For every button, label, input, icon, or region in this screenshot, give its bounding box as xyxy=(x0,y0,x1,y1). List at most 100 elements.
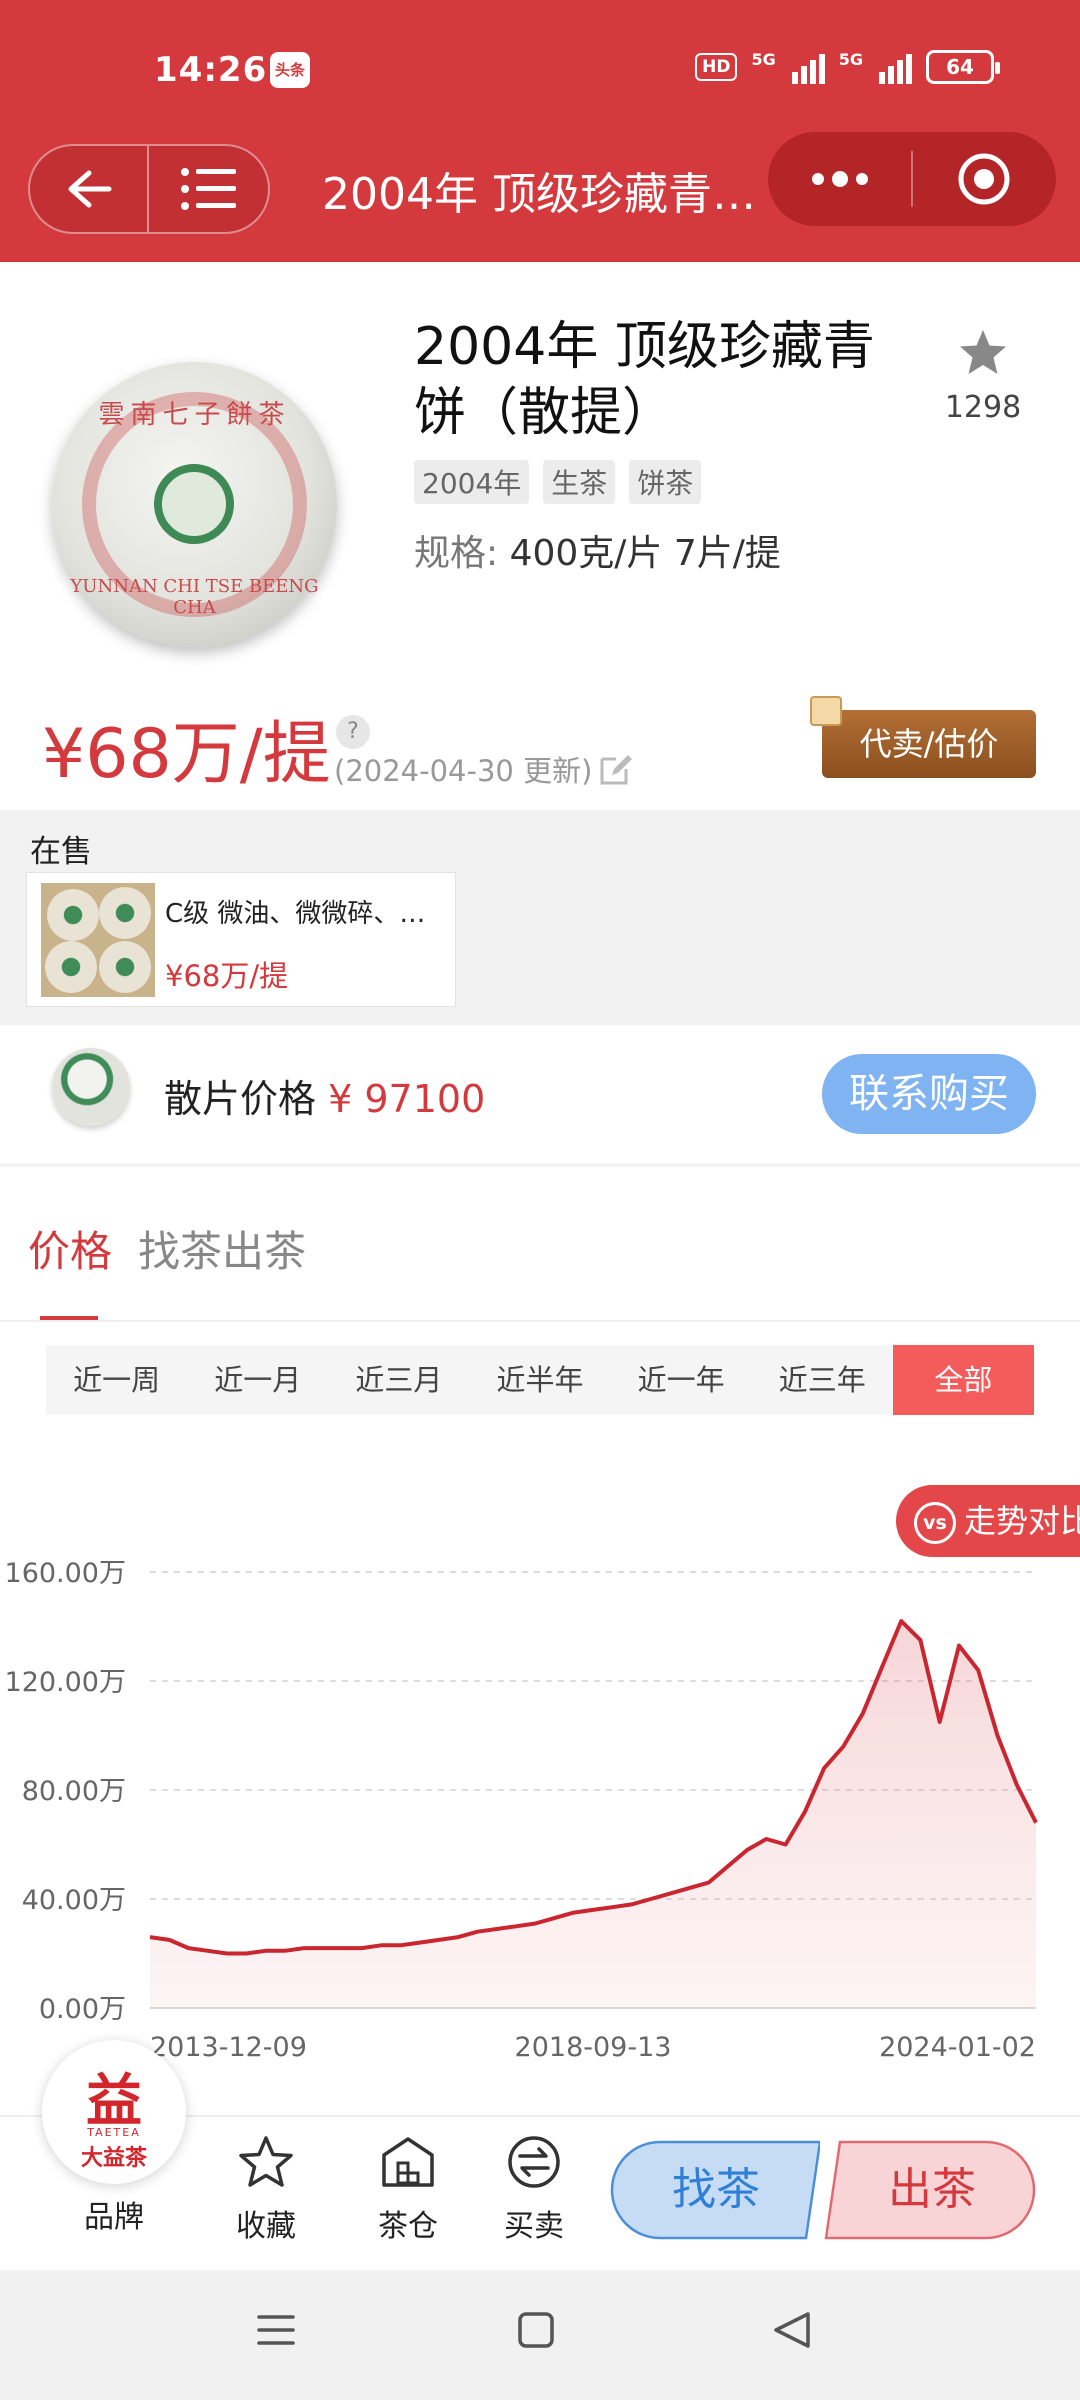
price-help-icon[interactable]: ? xyxy=(336,715,370,749)
menu-button[interactable] xyxy=(149,146,268,232)
taetea-logo-cn: 大益茶 xyxy=(80,2146,147,2171)
range-month[interactable]: 近一月 xyxy=(187,1345,328,1415)
x-tick-label: 2024-01-02 xyxy=(879,2032,1036,2063)
on-sale-desc: C级 微油、微微碎、… xyxy=(165,899,426,929)
nav-left-capsule xyxy=(28,144,270,234)
product-price: ¥68万/提 xyxy=(42,715,331,794)
range-selector: 近一周 近一月 近三月 近半年 近一年 近三年 全部 xyxy=(46,1345,1034,1415)
star-outline-icon xyxy=(239,2136,293,2187)
y-tick-label: 120.00万 xyxy=(5,1667,126,1698)
spec-value: 400克/片 7片/提 xyxy=(509,533,781,574)
y-tick-label: 80.00万 xyxy=(22,1776,126,1807)
product-info: 雲南七子餅茶 YUNNAN CHI TSE BEENG CHA 2004年 顶级… xyxy=(0,262,1080,807)
net-5g-label-2: 5G xyxy=(838,50,863,69)
y-tick-label: 40.00万 xyxy=(22,1885,126,1916)
product-tags: 2004年 生茶 饼茶 xyxy=(414,460,702,504)
taetea-logo-icon: 益 xyxy=(86,2068,142,2134)
product-spec: 规格: 400克/片 7片/提 xyxy=(414,524,781,576)
status-bar: 14:26 头条 HD 5G 5G 64 xyxy=(0,40,1080,104)
loose-cake-thumbnail xyxy=(52,1048,130,1126)
favorite-button[interactable]: 1298 xyxy=(928,328,1038,425)
nav-title: 2004年 顶级珍藏青… xyxy=(322,169,756,220)
cake-wrapper-subtext: YUNNAN CHI TSE BEENG CHA xyxy=(70,576,319,618)
tag-form: 饼茶 xyxy=(629,460,702,504)
sell-tea-label: 出茶 xyxy=(888,2164,976,2215)
warehouse-tab[interactable]: 茶仓 xyxy=(358,2135,458,2245)
y-tick-label: 0.00万 xyxy=(39,1994,126,2025)
cake-center-emblem xyxy=(154,464,234,544)
warehouse-icon xyxy=(382,2137,434,2187)
star-icon xyxy=(960,330,1006,374)
product-title: 2004年 顶级珍藏青饼（散提） xyxy=(414,317,875,443)
brand-logo[interactable]: 益 TAETEA 大益茶 xyxy=(42,2040,186,2184)
tag-year: 2004年 xyxy=(414,460,530,504)
recent-apps-icon[interactable] xyxy=(256,2310,296,2350)
range-half-year[interactable]: 近半年 xyxy=(469,1345,610,1415)
trend-compare-label: 走势对比 xyxy=(964,1502,1080,1540)
range-3years[interactable]: 近三年 xyxy=(752,1345,893,1415)
home-square-icon[interactable] xyxy=(516,2310,556,2350)
on-sale-thumbnail xyxy=(41,883,155,997)
net-5g-label: 5G xyxy=(751,50,776,69)
y-tick-label: 160.00万 xyxy=(5,1558,126,1589)
range-week[interactable]: 近一周 xyxy=(46,1345,187,1415)
vs-icon: vs xyxy=(914,1502,956,1544)
on-sale-label: 在售 xyxy=(30,834,92,870)
edit-icon[interactable] xyxy=(598,751,634,787)
sell-tea-button[interactable]: 出茶 xyxy=(824,2140,1036,2240)
close-mini-program-button[interactable] xyxy=(913,132,1056,226)
contact-buy-button[interactable]: 联系购买 xyxy=(822,1054,1036,1134)
range-year[interactable]: 近一年 xyxy=(611,1345,752,1415)
target-circle-icon xyxy=(958,153,1010,205)
tab-find-sell[interactable]: 找茶出茶 xyxy=(138,1218,306,1279)
back-arrow-icon xyxy=(68,170,111,208)
warehouse-tab-label: 茶仓 xyxy=(378,2209,438,2244)
on-sale-card[interactable]: C级 微油、微微碎、… ¥68万/提 xyxy=(26,872,456,1007)
favorite-tab-label: 收藏 xyxy=(236,2209,296,2244)
toutiao-app-icon: 头条 xyxy=(270,52,310,88)
signal-icon xyxy=(791,50,825,84)
tab-price[interactable]: 价格 xyxy=(28,1218,112,1279)
system-navigation-bar xyxy=(0,2270,1080,2400)
x-tick-label: 2018-09-13 xyxy=(515,2032,672,2063)
back-button[interactable] xyxy=(30,146,149,232)
loose-price: 散片价格 ¥ 97100 xyxy=(164,1068,485,1123)
tab-bar: 价格 找茶出茶 xyxy=(0,1208,1080,1320)
favorite-count: 1298 xyxy=(944,390,1022,425)
find-tea-label: 找茶 xyxy=(672,2164,760,2215)
loose-price-row: 散片价格 ¥ 97100 联系购买 xyxy=(0,1028,1080,1163)
hd-icon: HD xyxy=(695,53,738,81)
brand-label[interactable]: 品牌 xyxy=(42,2192,186,2236)
find-tea-button[interactable]: 找茶 xyxy=(610,2140,820,2240)
mini-program-capsule xyxy=(768,132,1056,226)
price-update-date: (2024-04-30 更新) xyxy=(334,754,593,788)
taetea-logo-en: TAETEA xyxy=(87,2126,141,2139)
trade-tab-label: 买卖 xyxy=(504,2209,564,2244)
price-update: (2024-04-30 更新) xyxy=(334,748,634,790)
tab-divider xyxy=(0,1320,1080,1322)
product-image[interactable]: 雲南七子餅茶 YUNNAN CHI TSE BEENG CHA xyxy=(52,362,337,647)
section-separator xyxy=(0,1163,1080,1167)
gift-box-icon xyxy=(810,696,842,726)
exchange-icon xyxy=(508,2136,560,2188)
app-header: 14:26 头条 HD 5G 5G 64 2004年 顶级珍藏青… xyxy=(0,0,1080,262)
favorite-tab[interactable]: 收藏 xyxy=(216,2135,316,2245)
spec-label: 规格: xyxy=(414,533,499,574)
price-trend-chart: 0.00万40.00万80.00万120.00万160.00万 2013-12-… xyxy=(5,1558,1038,2063)
on-sale-section: 在售 C级 微油、微微碎、… ¥68万/提 xyxy=(0,810,1080,1025)
consign-appraise-button[interactable]: 代卖/估价 xyxy=(822,710,1036,778)
on-sale-price: ¥68万/提 xyxy=(165,959,289,993)
trade-tab[interactable]: 买卖 xyxy=(484,2135,584,2245)
tag-type: 生茶 xyxy=(543,460,616,504)
status-time: 14:26 xyxy=(154,50,268,90)
list-menu-icon xyxy=(180,168,236,210)
signal-icon-2 xyxy=(879,50,912,84)
range-all[interactable]: 全部 xyxy=(892,1345,1034,1415)
system-icons: HD 5G 5G 64 xyxy=(695,50,1000,84)
cake-wrapper-text: 雲南七子餅茶 xyxy=(98,400,291,430)
loose-price-label: 散片价格 xyxy=(164,1077,317,1121)
range-3months[interactable]: 近三月 xyxy=(328,1345,469,1415)
back-triangle-icon[interactable] xyxy=(772,2310,812,2350)
more-button[interactable] xyxy=(768,132,911,226)
loose-price-value: ¥ 97100 xyxy=(328,1077,486,1121)
